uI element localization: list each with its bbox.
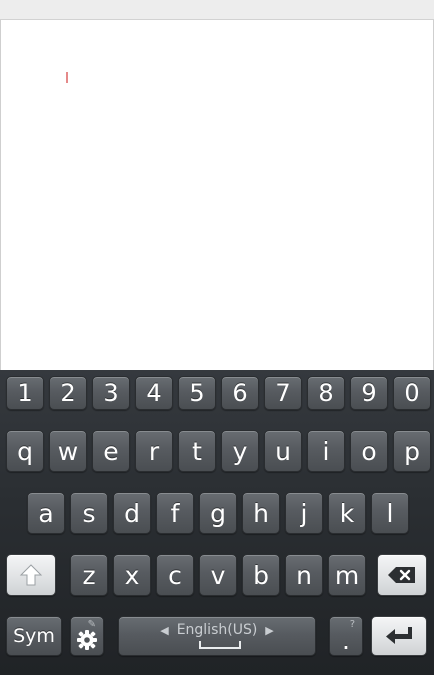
key-z[interactable]: z: [70, 554, 108, 596]
space-bar-icon: [199, 641, 241, 649]
key-t[interactable]: t: [178, 430, 216, 472]
key-4[interactable]: 4: [135, 376, 173, 410]
key-d[interactable]: d: [113, 492, 151, 534]
key-i[interactable]: i: [307, 430, 345, 472]
text-editor-area[interactable]: [0, 20, 434, 370]
backspace-key[interactable]: [377, 554, 427, 596]
settings-key[interactable]: ✎: [70, 616, 104, 656]
key-k[interactable]: k: [328, 492, 366, 534]
key-p[interactable]: p: [393, 430, 431, 472]
key-h[interactable]: h: [242, 492, 280, 534]
key-q[interactable]: q: [6, 430, 44, 472]
key-x[interactable]: x: [113, 554, 151, 596]
key-j[interactable]: j: [285, 492, 323, 534]
settings-hint: ✎: [87, 619, 97, 630]
key-f[interactable]: f: [156, 492, 194, 534]
key-7[interactable]: 7: [264, 376, 302, 410]
key-6[interactable]: 6: [221, 376, 259, 410]
key-n[interactable]: n: [285, 554, 323, 596]
key-m[interactable]: m: [328, 554, 366, 596]
text-cursor: [66, 72, 68, 83]
key-2[interactable]: 2: [49, 376, 87, 410]
shift-arrow-icon: [19, 564, 43, 586]
key-g[interactable]: g: [199, 492, 237, 534]
key-l[interactable]: l: [371, 492, 409, 534]
key-y[interactable]: y: [221, 430, 259, 472]
period-key[interactable]: ? .: [329, 616, 363, 656]
language-label: English(US): [176, 622, 258, 638]
space-key[interactable]: ◀ English(US) ▶: [118, 616, 316, 656]
on-screen-keyboard: 1 2 3 4 5 6 7 8 9 0 q w e r t y u i o p …: [0, 370, 434, 675]
key-5[interactable]: 5: [178, 376, 216, 410]
key-9[interactable]: 9: [350, 376, 388, 410]
key-a[interactable]: a: [27, 492, 65, 534]
period-hint: ?: [349, 619, 356, 630]
key-3[interactable]: 3: [92, 376, 130, 410]
key-b[interactable]: b: [242, 554, 280, 596]
language-next-icon: ▶: [265, 624, 274, 637]
enter-key[interactable]: [371, 616, 427, 656]
sym-key[interactable]: Sym: [6, 616, 62, 656]
key-s[interactable]: s: [70, 492, 108, 534]
key-v[interactable]: v: [199, 554, 237, 596]
key-c[interactable]: c: [156, 554, 194, 596]
backspace-icon: [388, 567, 415, 583]
key-0[interactable]: 0: [393, 376, 431, 410]
key-1[interactable]: 1: [6, 376, 44, 410]
enter-arrow-icon: [386, 627, 412, 644]
key-r[interactable]: r: [135, 430, 173, 472]
top-bar: [0, 0, 434, 20]
key-8[interactable]: 8: [307, 376, 345, 410]
key-w[interactable]: w: [49, 430, 87, 472]
key-u[interactable]: u: [264, 430, 302, 472]
key-e[interactable]: e: [92, 430, 130, 472]
language-prev-icon: ◀: [160, 624, 169, 637]
shift-key[interactable]: [6, 554, 56, 596]
gear-icon: [77, 630, 97, 650]
key-o[interactable]: o: [350, 430, 388, 472]
language-selector: ◀ English(US) ▶: [119, 623, 315, 637]
period-label: .: [342, 625, 350, 655]
